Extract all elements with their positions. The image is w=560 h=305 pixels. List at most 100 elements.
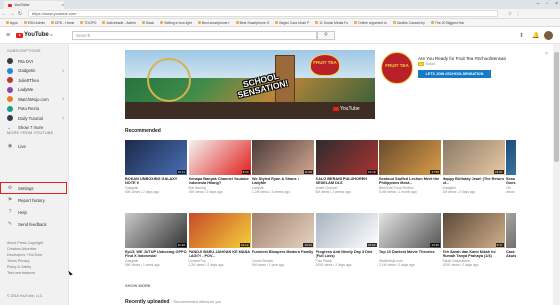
close-ad-icon[interactable]: × <box>545 51 548 57</box>
minimize-icon[interactable]: – <box>537 1 540 7</box>
sidebar-item-live[interactable]: ◉ Live <box>7 143 26 149</box>
video-thumbnail[interactable]: 15:02 <box>315 213 378 248</box>
sidebar-subscription-item[interactable]: WatchMojo.com 1 <box>7 96 64 102</box>
upload-icon[interactable]: ⬆ <box>519 32 524 39</box>
video-title[interactable]: BOKAN UNBOXING GALAXY NOTE 9 <box>125 177 187 186</box>
video-title[interactable]: We Styled Ryan & Shane • LadyMe <box>252 177 314 186</box>
video-title[interactable]: Ep13: WE JUTUP Unboxing OPPO Find X Indo… <box>125 250 187 259</box>
sidebar-subscription-item[interactable]: ⌄ Show 7 more <box>7 125 43 131</box>
reload-icon[interactable]: ↻ <box>16 11 24 17</box>
bookmark-item[interactable]: Activetrade - Admin <box>102 21 136 25</box>
video-thumbnail[interactable]: 15:07 <box>442 140 505 175</box>
sidebar-subscription-item[interactable]: Gadgetin 1 <box>7 67 64 74</box>
scrollbar-thumb[interactable] <box>554 52 559 162</box>
video-title[interactable]: Top 10 Darkest Movie Theories <box>379 250 441 259</box>
video-thumbnail[interactable] <box>506 140 516 175</box>
sidebar-item-report-history[interactable]: ⚑ Report history <box>7 197 45 203</box>
ad-title[interactable]: Are You Ready for Fruit Tea #SchoolSensa… <box>418 56 506 61</box>
video-card[interactable]: Sean Goes Sixt...1M views <box>506 140 516 194</box>
bookmark-item[interactable]: Best smartphone r <box>197 21 230 25</box>
sidebar-item-send-feedback[interactable]: ✎ Send feedback <box>7 221 47 227</box>
bookmark-item[interactable]: Online argument to <box>354 21 387 25</box>
video-thumbnail[interactable]: 8:20 <box>188 140 251 175</box>
video-title[interactable]: KALO BERANI PULUHOREH SEDELAM DLS <box>316 177 378 186</box>
star-icon[interactable]: ☆ <box>506 11 514 17</box>
video-title[interactable]: Happy Birthday Jean! (The Return of... <box>443 177 505 186</box>
url-field[interactable]: https://www.youtube.com <box>28 10 498 17</box>
video-card[interactable]: 10:12 PANDJI BARU JANGAN KE MANA LAGI?! -… <box>188 213 251 267</box>
bookmark-item[interactable]: Setting in bus light <box>160 21 192 25</box>
bookmark-item[interactable]: Deaths Caused by <box>392 21 425 25</box>
sidebar-subscription-item[interactable]: Rta DVI <box>7 58 33 64</box>
video-title[interactable]: Funniest Bloopers Modern Family <box>252 250 314 259</box>
sidebar-item-help[interactable]: ? Help <box>7 209 27 215</box>
bookmark-item[interactable]: Best Smartphone G <box>235 21 269 25</box>
youtube-logo[interactable]: YouTube ID <box>16 32 53 38</box>
footer-link[interactable]: Policy & Safety <box>7 265 31 270</box>
sidebar-subscription-item[interactable]: LadyMe <box>7 86 33 93</box>
footer-link[interactable]: Creators Advertise <box>7 247 37 252</box>
video-thumbnail[interactable]: 11:06 <box>252 140 314 175</box>
video-thumbnail[interactable]: 10:01 <box>252 213 314 248</box>
search-button[interactable]: ⚲ <box>317 31 335 40</box>
video-title[interactable]: Cara Akuisiasi Nola Pla... <box>506 250 516 259</box>
bookmark-item[interactable]: Slack <box>141 21 154 25</box>
video-thumbnail[interactable]: 13:30 <box>379 213 441 248</box>
video-title[interactable]: Teh Sarah dan Kami Nikah Ini Rumah Tanya… <box>443 250 505 259</box>
maximize-icon[interactable]: ▫ <box>546 1 548 7</box>
sidebar-subscription-item[interactable]: Daily Tutorial 1 <box>7 115 64 121</box>
video-card[interactable]: 11:20 Ep13: WE JUTUP Unboxing OPPO Find X… <box>125 213 187 267</box>
sidebar-subscription-item[interactable]: Putu Rezia <box>7 105 39 112</box>
video-card[interactable]: 15:07 Happy Birthday Jean! (The Return of… <box>442 140 505 194</box>
bookmark-item[interactable]: DPD - Home <box>51 21 74 25</box>
bookmark-item[interactable]: The 20 Biggest Har <box>430 21 464 25</box>
bookmark-item[interactable]: 11 Social Media Fo <box>315 21 348 25</box>
video-card[interactable]: Cara Akuisiasi Nola Pla... <box>506 213 516 259</box>
video-card[interactable]: 11:06 We Styled Ryan & Shane • LadyMe Lady… <box>252 140 314 194</box>
video-title[interactable]: PANDJI BARU JANGAN KE MANA LAGI?! - POV.… <box>189 250 251 259</box>
video-thumbnail[interactable]: 9:47 <box>442 213 505 248</box>
menu-icon[interactable]: ⋮ <box>514 11 522 17</box>
show-more-button[interactable]: SHOW MORE <box>125 283 151 288</box>
video-thumbnail[interactable]: 11:20 <box>125 213 187 248</box>
video-card[interactable]: 10:01 Funniest Bloopers Modern Family Comi… <box>252 213 314 267</box>
video-title[interactable]: Sean Goes Sixt... <box>506 177 516 186</box>
back-icon[interactable]: ← <box>0 11 8 17</box>
video-card[interactable]: 15:02 Progress Anti Ninety Day 3 Diet (Fu… <box>315 213 378 267</box>
hamburger-menu-icon[interactable]: ≡ <box>6 32 10 39</box>
account-avatar[interactable] <box>544 31 553 40</box>
video-thumbnail[interactable]: 10:12 <box>188 213 251 248</box>
footer-link[interactable]: Developers +YouTube <box>7 253 42 258</box>
video-card[interactable]: 10:19 KALO BERANI PULUHOREH SEDELAM DLS Ju… <box>315 140 378 194</box>
footer-link[interactable]: Terms Privacy <box>7 259 30 264</box>
sidebar-subscription-item[interactable]: JuliettTheo <box>7 77 39 83</box>
notifications-bell-icon[interactable]: 🔔 <box>532 32 539 39</box>
video-card[interactable]: 10:11 BOKAN UNBOXING GALAXY NOTE 9 Gadgeti… <box>125 140 187 194</box>
ad-cta-button[interactable]: LETS JOIN #SCHOOLSENSATION <box>418 70 491 78</box>
page-scrollbar[interactable] <box>553 44 560 305</box>
footer-link[interactable]: About Press Copyright <box>7 241 43 246</box>
video-card[interactable]: 17:58 Seafood Stuffed Lechon Meet the Phi… <box>379 140 441 194</box>
search-input[interactable]: Search <box>72 31 317 40</box>
bookmark-item[interactable]: TOOPG <box>80 21 96 25</box>
video-card[interactable]: 13:30 Top 10 Darkest Movie Theories WatchM… <box>379 213 441 267</box>
video-thumbnail[interactable]: 10:11 <box>125 140 187 175</box>
close-tab-icon[interactable]: × <box>62 1 64 9</box>
close-window-icon[interactable]: × <box>555 1 558 7</box>
video-title[interactable]: Kenapa Banyak Channel Youtube Indonesia … <box>189 177 251 186</box>
video-title[interactable]: Seafood Stuffed Lechon Meet the Philippi… <box>379 177 441 186</box>
browser-tab[interactable]: YouTube × <box>4 1 64 9</box>
video-card[interactable]: 9:47 Teh Sarah dan Kami Nikah Ini Rumah T… <box>442 213 505 267</box>
advertiser-logo[interactable]: FRUIT TEA <box>381 52 413 84</box>
bookmark-item[interactable]: Apps <box>6 21 18 25</box>
video-card[interactable]: 8:20 Kenapa Banyak Channel Youtube Indone… <box>188 140 251 194</box>
video-title[interactable]: Progress Anti Ninety Day 3 Diet (Full Lo… <box>316 250 378 259</box>
ad-banner-image[interactable]: FRUIT TEA SCHOOL SENSATION! YouTube <box>125 50 375 119</box>
video-thumbnail[interactable]: 10:19 <box>315 140 378 175</box>
bookmark-item[interactable]: ESN Admin <box>23 21 45 25</box>
footer-link[interactable]: Test new features <box>7 271 35 276</box>
video-thumbnail[interactable] <box>506 213 516 248</box>
video-thumbnail[interactable]: 17:58 <box>379 140 441 175</box>
bookmark-item[interactable]: Begini Cara Ubah P <box>275 21 309 25</box>
forward-icon[interactable]: → <box>8 11 16 17</box>
